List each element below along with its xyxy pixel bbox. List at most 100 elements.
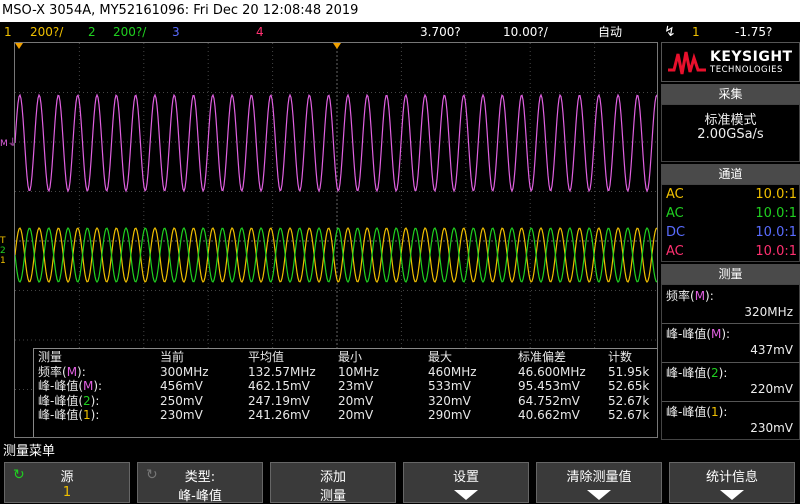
softkey-statistics[interactable]: 统计信息: [669, 462, 795, 503]
logo-brand-text: KEYSIGHT: [710, 49, 793, 65]
cell-count: 52.67k: [608, 408, 650, 422]
meas-label: 频率(M):: [666, 289, 714, 303]
sample-rate: 2.00GSa/s: [697, 127, 764, 142]
cell-current: 300MHz: [160, 364, 209, 379]
softkey-label: 设置: [452, 470, 479, 485]
softkey-type[interactable]: ↻ 类型: 峰-峰值: [137, 462, 263, 504]
cell-min: 20mV: [338, 393, 374, 408]
col-header-min: 最小: [338, 350, 363, 364]
meas-label: 峰-峰值(1):: [666, 405, 728, 419]
col-header-stddev: 标准偏差: [518, 350, 567, 364]
time-ref-marker-icon: [15, 43, 23, 49]
ch3-number[interactable]: 3: [172, 22, 180, 42]
cell-stddev: 64.752mV: [518, 393, 580, 408]
meas-value: 230mV: [750, 421, 793, 435]
table-row: 峰-峰值(2): 250mV 247.19mV 20mV 320mV 64.75…: [34, 393, 657, 409]
table-row: 峰-峰值(1): 230mV 241.26mV 20mV 290mV 40.66…: [34, 408, 657, 423]
divider: [662, 323, 800, 324]
softkey-label: 清除测量值: [566, 470, 632, 485]
cell-count: 51.95k: [608, 364, 650, 379]
cell-min: 23mV: [338, 379, 374, 393]
table-row: 峰-峰值(M): 456mV 462.15mV 23mV 533mV 95.45…: [34, 379, 657, 394]
meas-label: 峰-峰值(M):: [666, 327, 731, 341]
cell-stddev: 95.453mV: [518, 379, 580, 393]
ch1-scale[interactable]: 200?/: [30, 22, 63, 42]
softkey-value: 测量: [319, 489, 346, 504]
cell-min: 10MHz: [338, 364, 379, 379]
row-name: 峰-峰值(2):: [38, 393, 100, 408]
col-header-count: 计数: [608, 350, 633, 364]
softkey-label: 源: [60, 470, 74, 485]
ch2-number[interactable]: 2: [88, 22, 96, 42]
col-header-measurement: 测量: [38, 350, 63, 364]
cell-current: 456mV: [160, 379, 203, 393]
measure-panel[interactable]: 频率(M): 320MHz 峰-峰值(M): 437mV 峰-峰值(2): 22…: [661, 284, 800, 440]
channel-row-2[interactable]: AC 10.0:1: [664, 204, 799, 223]
probe-ratio: 10.0:1: [755, 225, 797, 240]
ch1-ground-marker[interactable]: 1: [0, 256, 14, 270]
cell-current: 230mV: [160, 408, 203, 422]
time-scale[interactable]: 10.00?/: [503, 22, 548, 42]
softkey-add-measurement[interactable]: 添加 测量: [270, 462, 396, 504]
cell-mean: 132.57MHz: [248, 364, 316, 379]
softkey-value: 1: [62, 485, 72, 500]
softkey-source[interactable]: ↻ 源 1: [4, 462, 130, 503]
probe-ratio: 10.0:1: [755, 206, 797, 221]
menu-title: 测量菜单: [3, 444, 56, 459]
right-sidebar: KEYSIGHT TECHNOLOGIES 采集 标准模式 2.00GSa/s …: [661, 42, 800, 440]
window-title: MSO-X 3054A, MY52161096: Fri Dec 20 12:0…: [0, 0, 800, 22]
table-row: 频率(M): 300MHz 132.57MHz 10MHz 460MHz 46.…: [34, 364, 657, 380]
cell-mean: 241.26mV: [248, 408, 310, 422]
trigger-rise-icon: ↯: [664, 24, 676, 40]
table-header-row: 测量 当前 平均值 最小 最大 标准偏差 计数: [34, 350, 657, 365]
ch4-number[interactable]: 4: [256, 22, 264, 42]
submenu-arrow-icon: [454, 490, 478, 500]
row-name: 峰-峰值(M):: [38, 379, 103, 393]
softkey-label: 添加: [319, 470, 346, 485]
submenu-arrow-icon: [720, 490, 744, 500]
logo-sub-text: TECHNOLOGIES: [710, 65, 783, 75]
cell-current: 250mV: [160, 393, 203, 408]
submenu-arrow-icon: [587, 490, 611, 500]
channel-row-1[interactable]: AC 10.0:1: [664, 185, 799, 204]
cell-stddev: 46.600MHz: [518, 364, 586, 379]
measure-panel-title[interactable]: 测量: [661, 264, 800, 284]
coupling: AC: [666, 244, 684, 259]
cell-max: 460MHz: [428, 364, 477, 379]
coupling: AC: [666, 206, 684, 221]
time-delay[interactable]: 3.700?: [420, 22, 461, 42]
channel-panel-title[interactable]: 通道: [661, 164, 800, 184]
waveform-display[interactable]: 测量 当前 平均值 最小 最大 标准偏差 计数 频率(M): 300MHz 13…: [14, 42, 658, 438]
softkey-settings[interactable]: 设置: [403, 462, 529, 503]
cell-count: 52.65k: [608, 379, 650, 393]
softkey-label: 类型:: [184, 470, 216, 485]
math-ground-marker[interactable]: M⏚: [0, 134, 18, 152]
cell-max: 290mV: [428, 408, 471, 422]
col-header-max: 最大: [428, 350, 453, 364]
coupling: DC: [666, 225, 686, 240]
probe-ratio: 10.0:1: [755, 244, 797, 259]
channel-row-4[interactable]: AC 10.0:1: [664, 242, 799, 261]
ch2-scale[interactable]: 200?/: [113, 22, 146, 42]
ch1-number[interactable]: 1: [4, 22, 12, 42]
meas-value: 437mV: [750, 343, 793, 357]
col-header-mean: 平均值: [248, 350, 285, 364]
channel-status-bar: 1 200?/ 2 200?/ 3 4 3.700? 10.00?/ 自动 ↯ …: [0, 22, 800, 42]
acquisition-panel[interactable]: 标准模式 2.00GSa/s: [661, 104, 800, 162]
divider: [662, 362, 800, 363]
row-name: 峰-峰值(1):: [38, 408, 100, 422]
keysight-logo: KEYSIGHT TECHNOLOGIES: [661, 42, 800, 82]
trigger-source[interactable]: 1: [692, 22, 700, 42]
channel-row-3[interactable]: DC 10.0:1: [664, 223, 799, 242]
trigger-mode[interactable]: 自动: [598, 22, 622, 42]
row-name: 频率(M):: [38, 364, 86, 379]
cell-count: 52.67k: [608, 393, 650, 408]
trigger-position-marker-icon: [333, 43, 341, 49]
softkey-clear-measurements[interactable]: 清除测量值: [536, 462, 662, 503]
probe-ratio: 10.0:1: [755, 187, 797, 202]
cell-mean: 462.15mV: [248, 379, 310, 393]
trigger-level[interactable]: -1.75?: [735, 22, 772, 42]
acquisition-panel-title[interactable]: 采集: [661, 84, 800, 104]
acquisition-mode: 标准模式: [704, 113, 757, 128]
channel-panel[interactable]: AC 10.0:1 AC 10.0:1 DC 10.0:1 AC 10.0:1: [661, 184, 800, 262]
